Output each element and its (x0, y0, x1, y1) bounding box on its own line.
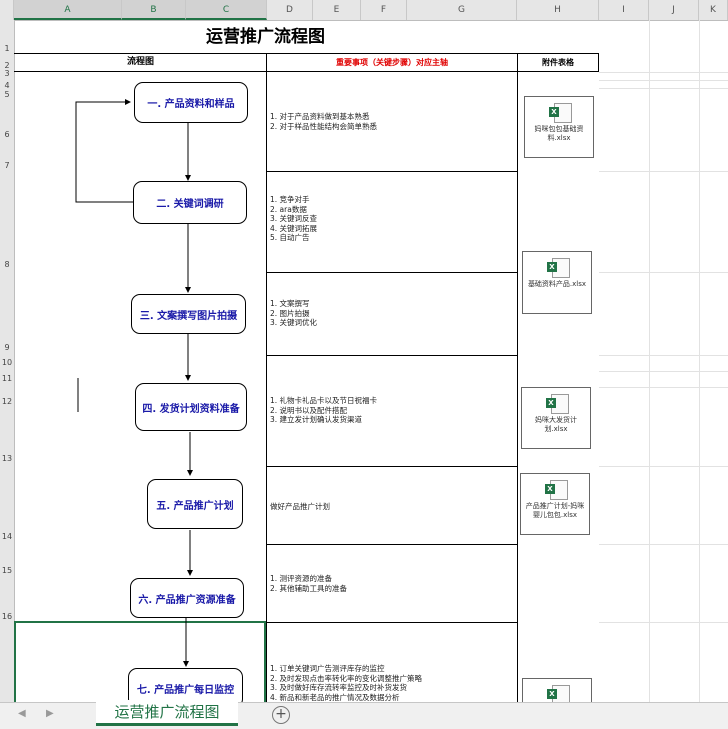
step-description-3[interactable]: 1. 文案撰写 2. 图片拍摄 3. 关键词优化 (270, 299, 317, 328)
attachment-filename: 妈咪大发货计划.xlsx (535, 416, 577, 433)
attachment-file-1[interactable]: X 妈咪包包基础资料.xlsx (524, 96, 594, 158)
next-sheet-button[interactable]: ▶ (46, 708, 54, 719)
attachment-filename: 基础资料产品.xlsx (527, 280, 587, 288)
flow-node-3[interactable]: 三. 文案撰写图片拍摄 (131, 294, 246, 334)
step-description-2[interactable]: 1. 竞争对手 2. ara数据 3. 关键词反查 4. 关键词拓展 5. 自动… (270, 195, 317, 243)
step-description-7[interactable]: 1. 订单关键词广告测评库存的监控 2. 及时发现点击率转化率的变化调整推广策略… (270, 664, 422, 702)
add-sheet-button[interactable]: + (272, 706, 290, 724)
flow-node-1[interactable]: 一. 产品资料和样品 (134, 82, 248, 123)
excel-file-icon: X (549, 103, 572, 123)
excel-file-icon: X (546, 394, 569, 414)
attachment-file-2[interactable]: X 基础资料产品.xlsx (522, 251, 592, 314)
step-description-4[interactable]: 1. 礼物卡礼品卡以及节日祝福卡 2. 说明书以及配件搭配 3. 建立发计划确认… (270, 396, 377, 425)
sheet-tab-active[interactable]: 运营推广流程图 (96, 700, 238, 726)
excel-file-icon: X (547, 258, 570, 278)
flow-node-5[interactable]: 五. 产品推广计划 (147, 479, 243, 529)
excel-file-icon: X (545, 480, 568, 500)
step-description-1[interactable]: 1. 对于产品资料做到基本熟悉 2. 对于样品性能结构会简单熟悉 (270, 112, 377, 131)
attachment-filename: 妈咪包包基础资料.xlsx (534, 125, 584, 142)
step-description-6[interactable]: 1. 测评资源的准备 2. 其他辅助工具的准备 (270, 574, 347, 593)
attachment-filename: 产品推广计划-妈咪婴儿包包.xlsx (525, 502, 585, 519)
flowchart-connectors (75, 99, 193, 667)
prev-sheet-button[interactable]: ◀ (18, 708, 26, 719)
step-description-5[interactable]: 做好产品推广计划 (270, 502, 330, 512)
flow-node-4[interactable]: 四. 发货计划资料准备 (135, 383, 247, 431)
attachment-file-3[interactable]: X 妈咪大发货计划.xlsx (521, 387, 591, 449)
flow-node-6[interactable]: 六. 产品推广资源准备 (130, 578, 244, 618)
attachment-file-5[interactable]: X (522, 678, 592, 705)
flow-node-2[interactable]: 二. 关键词调研 (133, 181, 247, 224)
attachment-file-4[interactable]: X 产品推广计划-妈咪婴儿包包.xlsx (520, 473, 590, 535)
